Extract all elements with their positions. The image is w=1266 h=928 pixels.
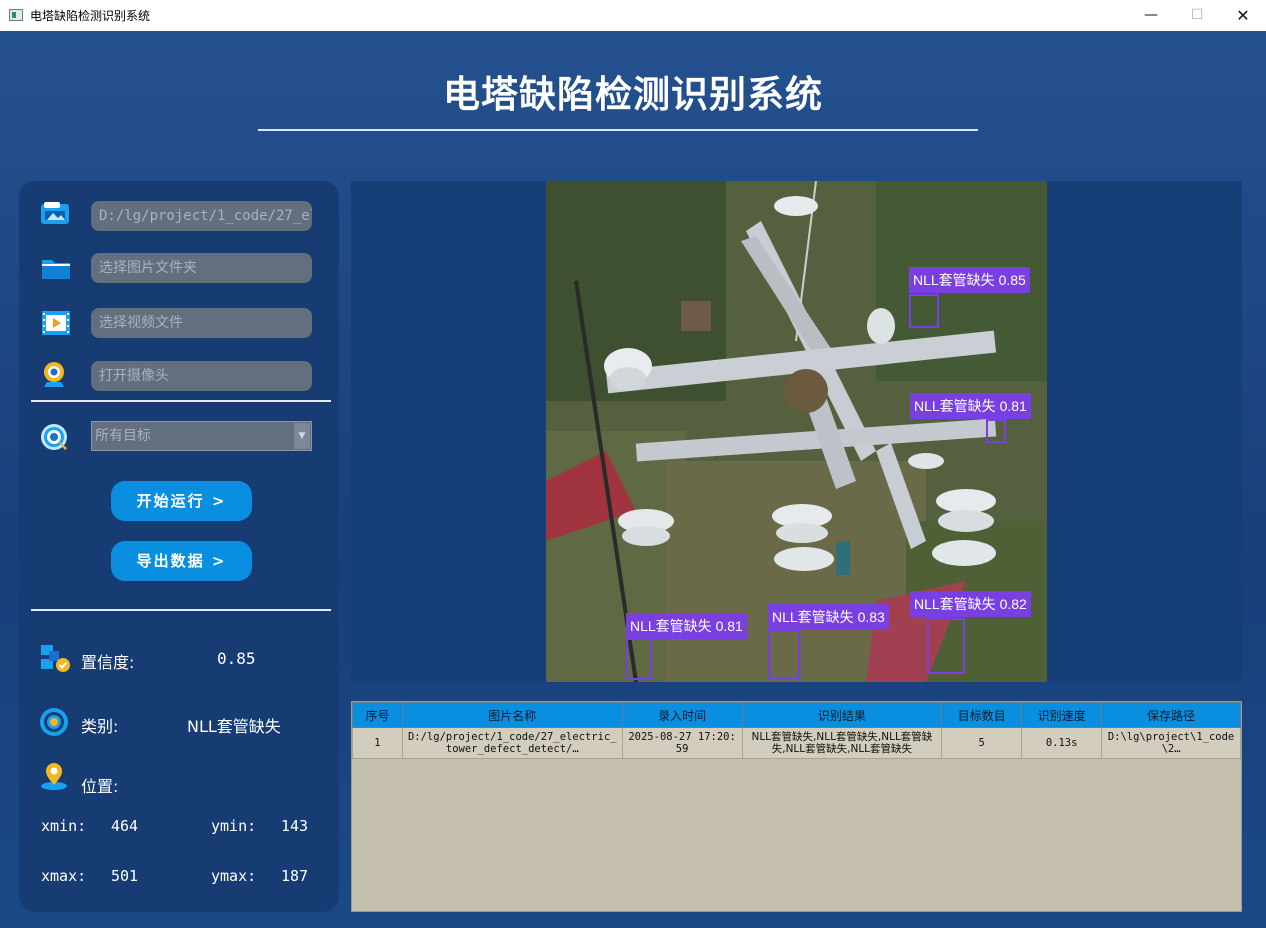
class-value: NLL套管缺失	[187, 717, 281, 736]
xmin-label: xmin:	[41, 817, 87, 835]
cell-result[interactable]: NLL套管缺失,NLL套管缺失,NLL套管缺失,NLL套管缺失,NLL套管缺失	[741, 727, 943, 759]
cell-path[interactable]: D:\lg\project\1_code\2…	[1101, 727, 1241, 759]
cell-time[interactable]: 2025-08-27 17:20:59	[621, 727, 743, 759]
divider-top	[31, 400, 331, 402]
window-title: 电塔缺陷检测识别系统	[30, 9, 151, 23]
cell-result-text: NLL套管缺失,NLL套管缺失,NLL套管缺失,NLL套管缺失,NLL套管缺失	[751, 731, 933, 755]
column-header[interactable]: 识别速度	[1021, 702, 1103, 728]
ymax-label: ymax:	[211, 867, 257, 885]
window-titlebar: 电塔缺陷检测识别系统 — ☐ ✕	[0, 0, 1266, 32]
cell-path-text: D:\lg\project\1_code\2…	[1107, 731, 1235, 755]
page-title: 电塔缺陷检测识别系统	[443, 73, 823, 116]
column-header[interactable]: 识别结果	[741, 702, 943, 728]
ymax-value: 187	[281, 867, 309, 885]
cell-image-name-text: D:/lg/project/1_code/27_electric_tower_d…	[407, 731, 617, 755]
ymin-value: 143	[281, 817, 309, 835]
divider-bottom	[31, 609, 331, 611]
column-header[interactable]: 序号	[352, 702, 403, 728]
detection-label: NLL套管缺失 0.81	[910, 393, 1031, 419]
class-label: 类别:	[81, 717, 119, 736]
confidence-label: 置信度:	[81, 653, 135, 672]
detection-label: NLL套管缺失 0.81	[626, 613, 747, 639]
position-label: 位置:	[81, 777, 119, 796]
detection-box	[626, 638, 652, 680]
cell-speed[interactable]: 0.13s	[1021, 727, 1103, 759]
detection-photo: NLL套管缺失 0.85 NLL套管缺失 0.81 NLL套管缺失 0.82 N…	[546, 181, 1047, 682]
control-panel: D:/lg/project/1_code/27_electric_tower_d…	[19, 181, 339, 912]
column-header[interactable]: 图片名称	[401, 702, 623, 728]
main-area: 电塔缺陷检测识别系统 D:/lg/project/1_code/27_elect…	[0, 31, 1266, 928]
camera-icon[interactable]	[39, 360, 73, 390]
column-header[interactable]: 录入时间	[621, 702, 743, 728]
title-underline	[258, 129, 978, 131]
start-button[interactable]: 开始运行 >	[111, 481, 252, 521]
target-icon	[41, 424, 67, 450]
column-header[interactable]: 保存路径	[1101, 702, 1241, 728]
detection-label: NLL套管缺失 0.85	[909, 267, 1030, 293]
video-file-icon[interactable]	[39, 308, 73, 338]
app-icon	[9, 9, 23, 21]
detection-label: NLL套管缺失 0.82	[910, 591, 1031, 617]
export-button[interactable]: 导出数据 >	[111, 541, 252, 581]
video-file-field[interactable]: 选择视频文件	[91, 308, 312, 338]
target-select-value: 所有目标	[95, 428, 151, 444]
table-row[interactable]: 1 D:/lg/project/1_code/27_electric_tower…	[352, 727, 1241, 759]
xmin-value: 464	[111, 817, 139, 835]
image-file-icon[interactable]	[39, 200, 73, 230]
maximize-button[interactable]: ☐	[1174, 0, 1220, 31]
chevron-down-icon[interactable]: ▼	[294, 423, 310, 449]
xmax-value: 501	[111, 867, 139, 885]
target-select[interactable]: 所有目标 ▼	[91, 421, 312, 451]
xmax-label: xmax:	[41, 867, 87, 885]
column-header[interactable]: 目标数目	[941, 702, 1023, 728]
ymin-label: ymin:	[211, 817, 257, 835]
table-header-row: 序号 图片名称 录入时间 识别结果 目标数目 识别速度 保存路径	[352, 702, 1241, 728]
results-table: 序号 图片名称 录入时间 识别结果 目标数目 识别速度 保存路径 1 D:/lg…	[351, 701, 1242, 912]
confidence-value: 0.85	[217, 649, 256, 668]
cell-index[interactable]: 1	[352, 727, 403, 759]
detection-box	[768, 630, 800, 680]
detection-box	[927, 618, 965, 674]
detection-box	[986, 419, 1006, 443]
image-folder-field[interactable]: 选择图片文件夹	[91, 253, 312, 283]
image-path-field[interactable]: D:/lg/project/1_code/27_electric_tower_d…	[91, 201, 312, 231]
confidence-icon	[41, 645, 70, 672]
detection-label: NLL套管缺失 0.83	[768, 604, 889, 630]
camera-field[interactable]: 打开摄像头	[91, 361, 312, 391]
class-icon	[40, 708, 68, 736]
cell-count[interactable]: 5	[941, 727, 1023, 759]
cell-time-text: 2025-08-27 17:20:59	[628, 731, 736, 755]
image-display: NLL套管缺失 0.85 NLL套管缺失 0.81 NLL套管缺失 0.82 N…	[351, 181, 1242, 682]
detection-box	[909, 294, 939, 328]
close-button[interactable]: ✕	[1220, 0, 1266, 31]
minimize-button[interactable]: —	[1128, 0, 1174, 31]
folder-icon[interactable]	[39, 253, 73, 283]
cell-image-name[interactable]: D:/lg/project/1_code/27_electric_tower_d…	[401, 727, 623, 759]
location-icon	[41, 763, 67, 790]
